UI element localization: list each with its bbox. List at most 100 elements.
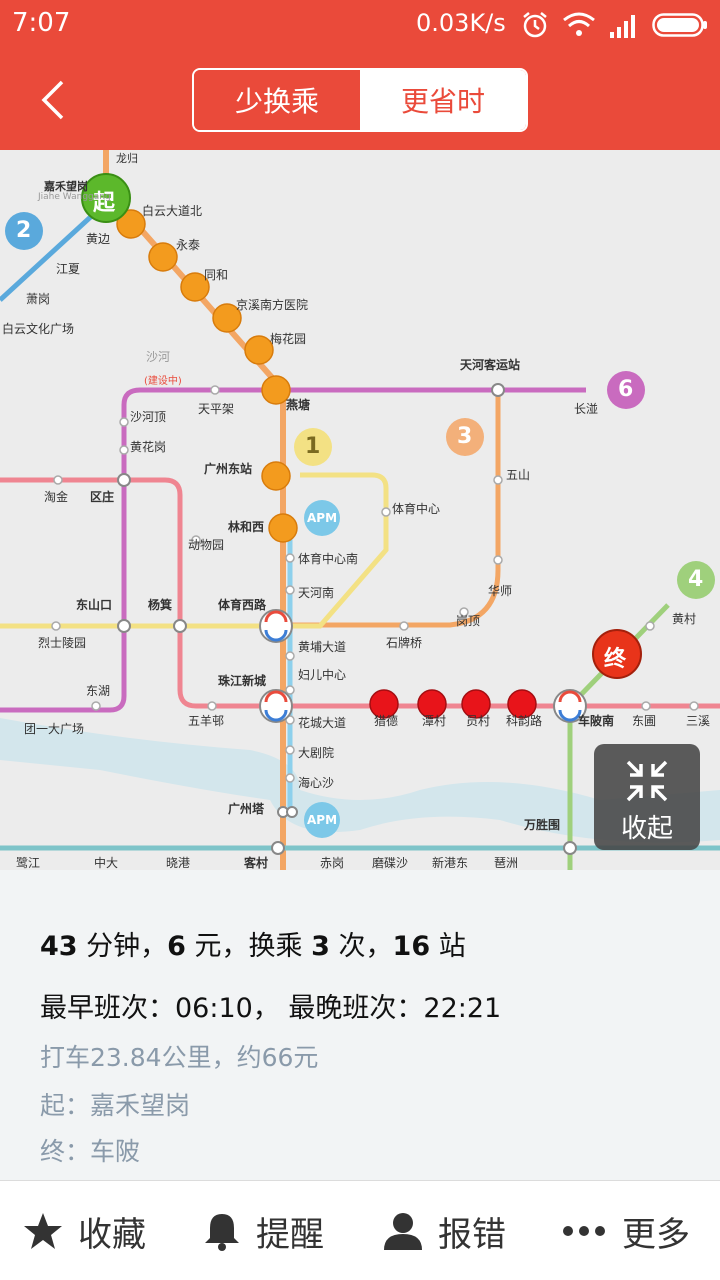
end-station: 终：车陂 — [40, 1137, 141, 1166]
star-icon — [24, 1213, 62, 1249]
station-label: 新港东 — [432, 856, 469, 870]
line-4-badge-text: 4 — [688, 567, 704, 592]
station-label: 林和西 — [228, 520, 265, 534]
station-label: 白云文化广场 — [2, 322, 75, 336]
station-label: 中大 — [94, 856, 119, 870]
signal-icon — [610, 15, 635, 38]
apm-badge-text-2: APM — [307, 813, 338, 827]
network-speed: 0.03K/s — [416, 9, 506, 37]
station-label: 沙河 — [146, 350, 171, 364]
station-label: 梅花园 — [270, 332, 307, 346]
station-label: 妇儿中心 — [298, 668, 347, 682]
app-header: 少换乘 更省时 — [0, 50, 720, 150]
station-label: 晓港 — [166, 856, 191, 870]
station-label-en: Jiahe Wanggang — [38, 192, 111, 202]
stations-value: 16 — [392, 931, 431, 962]
remind-label: 提醒 — [256, 1214, 324, 1255]
station-label: 区庄 — [90, 490, 115, 504]
line-1-badge-text: 1 — [305, 434, 321, 459]
station-label: 海心沙 — [298, 776, 335, 790]
battery-icon — [652, 13, 707, 37]
station-label: 鹭江 — [16, 856, 41, 870]
route-stats: 43 分钟，6 元，换乘 3 次，16 站 — [40, 924, 466, 963]
station-label: 龙归 — [116, 152, 138, 165]
station-label: 东湖 — [86, 684, 111, 698]
line-2-badge-text: 2 — [16, 218, 32, 243]
tab-fewer-transfers[interactable]: 少换乘 — [194, 70, 360, 130]
station-label: 天平架 — [198, 402, 235, 416]
taxi-estimate: 打车23.84公里，约66元 — [40, 1043, 319, 1072]
station-label: 黄埔大道 — [298, 640, 347, 654]
fare-unit: 元，换乘 — [185, 931, 312, 962]
metro-map[interactable]: 2 1 3 6 4 APM APM 起 终 龙归 嘉禾望岗 Jiahe Wang… — [0, 150, 720, 870]
station-label: 猎德 — [374, 714, 399, 728]
schedule-text: 最早班次：06:10， 最晚班次：22:21 — [40, 993, 502, 1024]
collapse-label: 收起 — [620, 814, 673, 844]
report-button[interactable]: 报错 — [382, 1181, 506, 1280]
station-label: 白云大道北 — [142, 204, 203, 218]
favorite-label: 收藏 — [78, 1214, 146, 1255]
station-label: 花城大道 — [298, 716, 347, 730]
station-label: 华师 — [488, 584, 513, 598]
station-label: 赤岗 — [320, 856, 345, 870]
back-arrow-icon[interactable] — [32, 78, 76, 122]
fare-value: 6 — [167, 931, 186, 962]
station-label: 东山口 — [76, 598, 113, 612]
bottom-action-bar: 收藏 提醒 报错 更多 — [0, 1180, 720, 1280]
station-label: 广州东站 — [204, 462, 253, 476]
station-label: 体育中心南 — [298, 552, 359, 566]
station-label: 体育中心 — [392, 502, 441, 516]
more-label: 更多 — [622, 1214, 690, 1255]
line-6-badge-text: 6 — [618, 377, 634, 402]
station-label: 沙河顶 — [130, 410, 167, 424]
station-label: 黄村 — [672, 612, 697, 626]
station-label: 永泰 — [176, 238, 201, 252]
station-label: 石牌桥 — [386, 636, 423, 650]
route-summary-panel: 43 分钟，6 元，换乘 3 次，16 站 最早班次：06:10， 最晚班次：2… — [0, 870, 720, 1180]
station-label: 员村 — [466, 714, 491, 728]
station-label: 天河南 — [298, 586, 335, 600]
tab-less-time[interactable]: 更省时 — [360, 70, 526, 130]
station-label: 磨碟沙 — [372, 856, 409, 870]
station-label: 天河客运站 — [460, 358, 521, 372]
station-label: 烈士陵园 — [38, 636, 87, 650]
line-3-badge-text: 3 — [457, 424, 473, 449]
station-label: 大剧院 — [298, 746, 335, 760]
station-label: 黄花岗 — [130, 440, 167, 454]
stations-unit: 站 — [430, 931, 466, 962]
favorite-button[interactable]: 收藏 — [22, 1181, 146, 1280]
station-label: 动物园 — [188, 538, 225, 552]
station-note: (建设中) — [144, 376, 182, 387]
station-label: 体育西路 — [218, 598, 267, 612]
station-label: 长湴 — [574, 402, 599, 416]
station-label: 京溪南方医院 — [236, 298, 309, 312]
alarm-icon — [523, 12, 547, 38]
route-mode-toggle: 少换乘 更省时 — [192, 68, 528, 132]
station-label: 萧岗 — [26, 292, 51, 306]
station-label: 团一大广场 — [24, 722, 85, 736]
station-label: 黄边 — [86, 232, 111, 246]
station-label: 岗顶 — [456, 614, 481, 628]
station-label: 车陂南 — [578, 714, 615, 728]
station-label: 潭村 — [422, 714, 447, 728]
station-label: 燕塘 — [286, 398, 311, 412]
collapse-map-button[interactable]: 收起 — [594, 744, 700, 850]
more-button[interactable]: 更多 — [560, 1181, 690, 1280]
collapse-icon — [626, 760, 668, 802]
report-label: 报错 — [438, 1214, 506, 1255]
remind-button[interactable]: 提醒 — [202, 1181, 324, 1280]
transfers-value: 3 — [311, 931, 330, 962]
wifi-icon — [563, 12, 595, 36]
station-label: 江夏 — [56, 262, 81, 276]
clock: 7:07 — [12, 8, 71, 38]
minutes-unit: 分钟， — [77, 931, 168, 962]
station-label: 杨箕 — [148, 598, 173, 612]
bell-icon — [205, 1214, 239, 1251]
more-dots-icon — [563, 1226, 605, 1236]
end-marker-text: 终 — [604, 647, 627, 672]
station-label: 淘金 — [44, 490, 69, 504]
minutes-value: 43 — [40, 931, 78, 962]
station-label: 东圃 — [632, 714, 657, 728]
station-label: 科韵路 — [506, 714, 543, 728]
apm-badge-text: APM — [307, 511, 338, 525]
